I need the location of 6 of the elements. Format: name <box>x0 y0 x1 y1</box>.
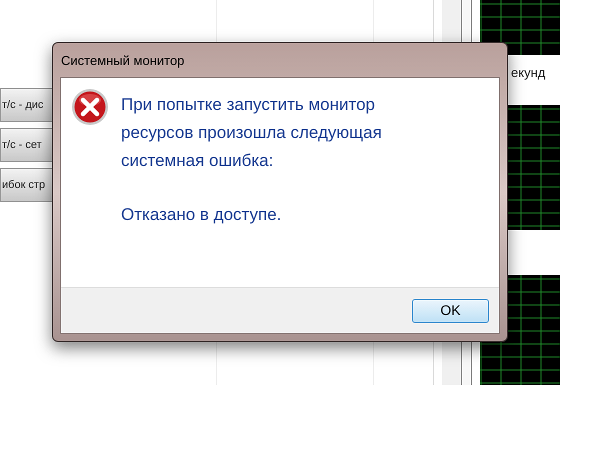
error-detail: Отказано в доступе. <box>121 204 282 226</box>
window-title: Системный монитор <box>60 52 186 70</box>
error-icon <box>71 88 109 126</box>
error-message: При попытке запустить монитор ресурсов произошла следующая системная ошибка: <box>121 94 383 172</box>
graph-label: екунд <box>511 64 546 82</box>
ok-button[interactable]: OK <box>412 298 489 322</box>
